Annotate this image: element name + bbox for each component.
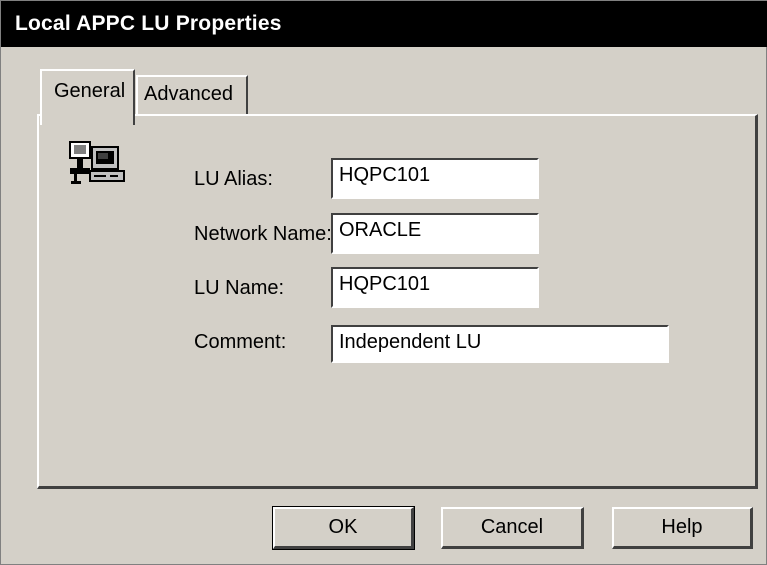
lu-name-field[interactable]: HQPC101 xyxy=(331,267,539,308)
title-bar[interactable]: Local APPC LU Properties xyxy=(1,1,767,47)
comment-field[interactable]: Independent LU xyxy=(331,325,669,363)
network-name-field[interactable]: ORACLE xyxy=(331,213,539,254)
tab-general[interactable]: General xyxy=(40,69,135,125)
tab-advanced[interactable]: Advanced xyxy=(136,75,248,115)
ok-button-label: OK xyxy=(328,516,358,538)
tab-advanced-label: Advanced xyxy=(144,83,233,105)
cancel-button[interactable]: Cancel xyxy=(441,507,584,549)
comment-label: Comment: xyxy=(194,331,287,353)
properties-dialog: Local APPC LU Properties General Advance… xyxy=(0,0,767,565)
lu-name-label: LU Name: xyxy=(194,277,285,299)
lu-alias-label: LU Alias: xyxy=(194,168,273,190)
help-button-label: Help xyxy=(661,516,703,538)
network-name-label: Network Name: xyxy=(194,223,332,245)
cancel-button-label: Cancel xyxy=(480,516,544,538)
lu-alias-field[interactable]: HQPC101 xyxy=(331,158,539,199)
tab-general-label: General xyxy=(54,80,126,102)
computer-workstation-icon xyxy=(69,141,125,184)
help-button[interactable]: Help xyxy=(612,507,753,549)
ok-button[interactable]: OK xyxy=(272,506,415,550)
window-title: Local APPC LU Properties xyxy=(15,12,282,35)
